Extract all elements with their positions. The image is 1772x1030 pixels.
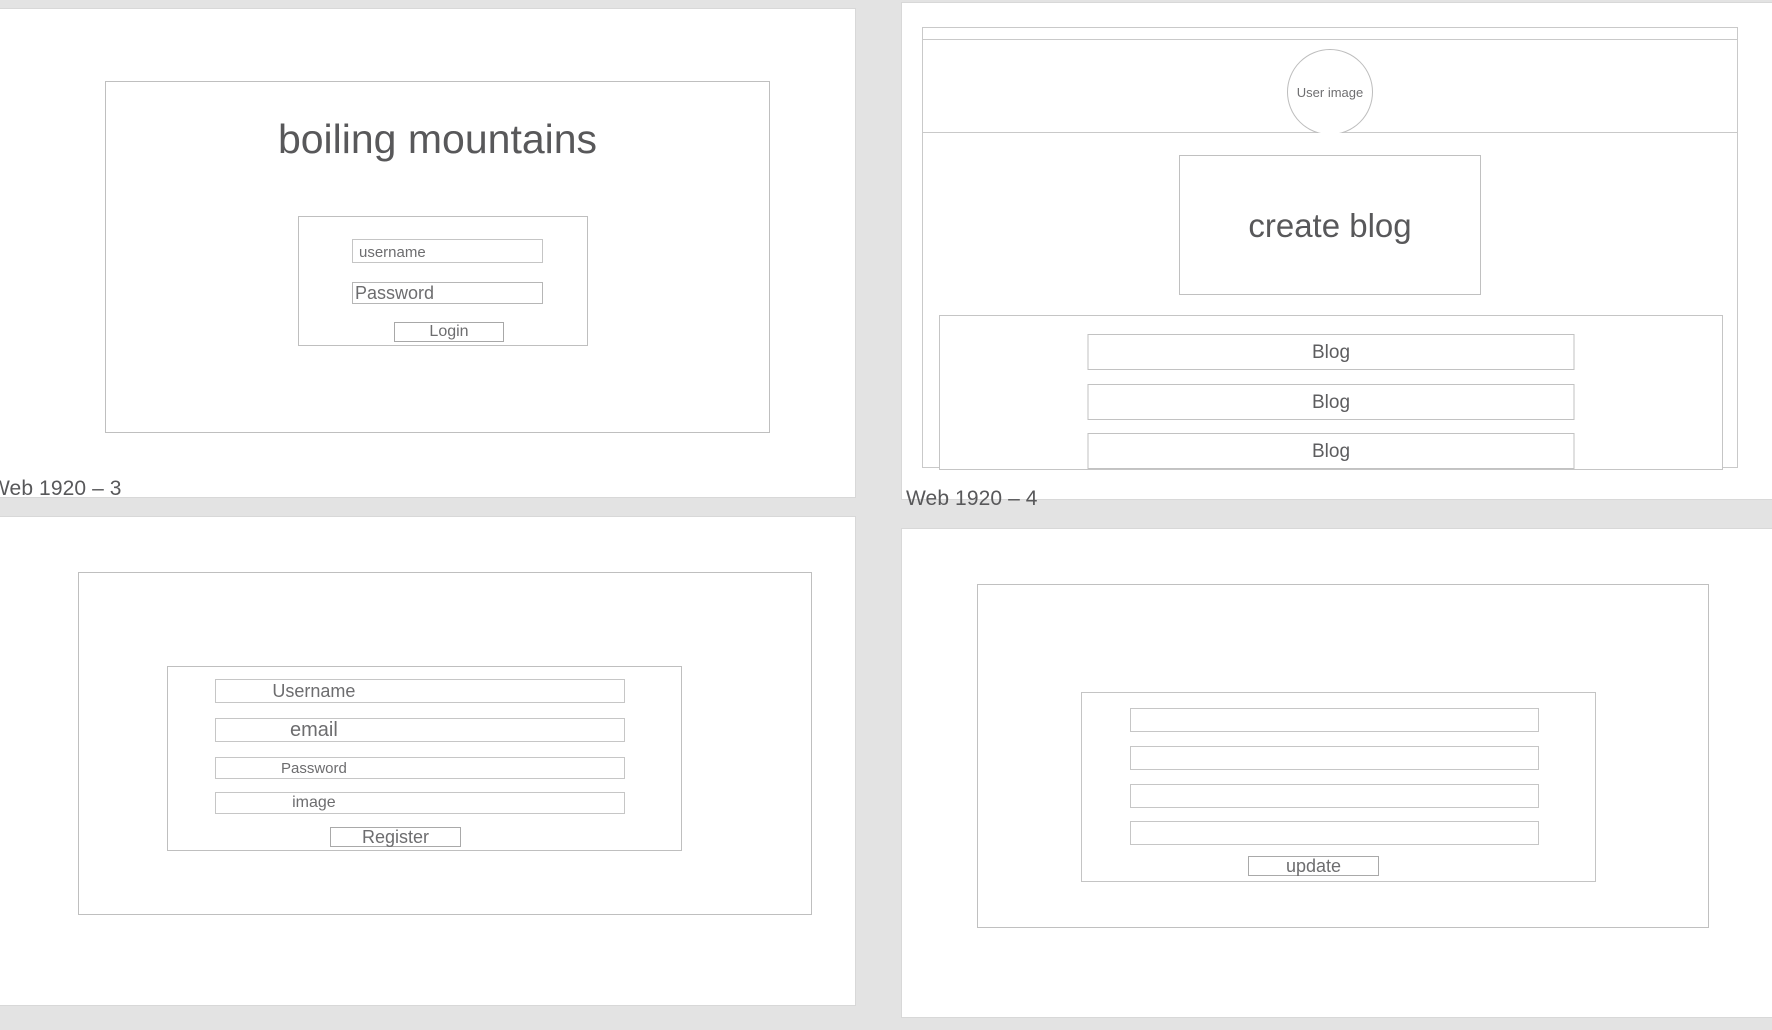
register-email-input[interactable]: email [215, 718, 625, 742]
update-field-input[interactable] [1130, 746, 1539, 770]
update-card: update [977, 584, 1709, 928]
register-button-label: Register [361, 827, 430, 847]
artboard-dashboard[interactable]: User image create blog Blog Blog Blog [901, 2, 1772, 500]
blog-item-title: Blog [1311, 440, 1351, 462]
register-image-input[interactable]: image [215, 792, 625, 814]
register-button[interactable]: Register [330, 827, 461, 847]
app-title: boiling mountains [277, 116, 598, 162]
register-password-input[interactable]: Password [215, 757, 625, 779]
update-button[interactable]: update [1248, 856, 1379, 876]
password-placeholder: Password [355, 283, 435, 303]
register-email-placeholder: email [290, 719, 338, 741]
artboard-label-dashboard[interactable]: Web 1920 – 4 [906, 488, 1038, 509]
artboard-login[interactable]: boiling mountains username Password Logi… [0, 8, 856, 498]
login-card: boiling mountains username Password Logi… [105, 81, 770, 433]
login-form: username Password Login [298, 216, 588, 346]
register-image-placeholder: image [292, 794, 336, 811]
register-card: Username email Password image Register [78, 572, 812, 915]
create-blog-label: create blog [1248, 206, 1412, 244]
blog-item-title: Blog [1311, 341, 1351, 363]
user-image-label: User image [1296, 84, 1364, 100]
blog-list-item[interactable]: Blog [1087, 384, 1575, 420]
blog-list-item[interactable]: Blog [1087, 433, 1575, 469]
blog-list-item[interactable]: Blog [1087, 334, 1575, 370]
update-button-label: update [1285, 856, 1342, 876]
create-blog-button[interactable]: create blog [1179, 155, 1481, 295]
username-input[interactable]: username [352, 239, 543, 263]
update-form: update [1081, 692, 1596, 882]
artboard-label-login[interactable]: Web 1920 – 3 [0, 478, 122, 499]
register-username-input[interactable]: Username [215, 679, 625, 703]
password-input[interactable]: Password [352, 282, 543, 304]
register-form: Username email Password image Register [167, 666, 682, 851]
login-button[interactable]: Login [394, 322, 504, 342]
register-username-placeholder: Username [272, 681, 356, 701]
update-field-input[interactable] [1130, 821, 1539, 845]
design-canvas[interactable]: boiling mountains username Password Logi… [0, 0, 1772, 1030]
username-placeholder: username [359, 244, 426, 261]
update-field-input[interactable] [1130, 708, 1539, 732]
update-field-input[interactable] [1130, 784, 1539, 808]
dashboard-body: create blog Blog Blog Blog [922, 133, 1738, 470]
dashboard-header: User image [922, 39, 1738, 135]
register-password-placeholder: Password [280, 759, 347, 777]
user-image-avatar[interactable]: User image [1287, 49, 1373, 135]
blog-item-title: Blog [1311, 391, 1351, 413]
artboard-update[interactable]: update [901, 528, 1772, 1018]
login-button-label: Login [429, 323, 469, 340]
artboard-register[interactable]: Username email Password image Register [0, 516, 856, 1006]
blog-list: Blog Blog Blog [939, 315, 1723, 470]
